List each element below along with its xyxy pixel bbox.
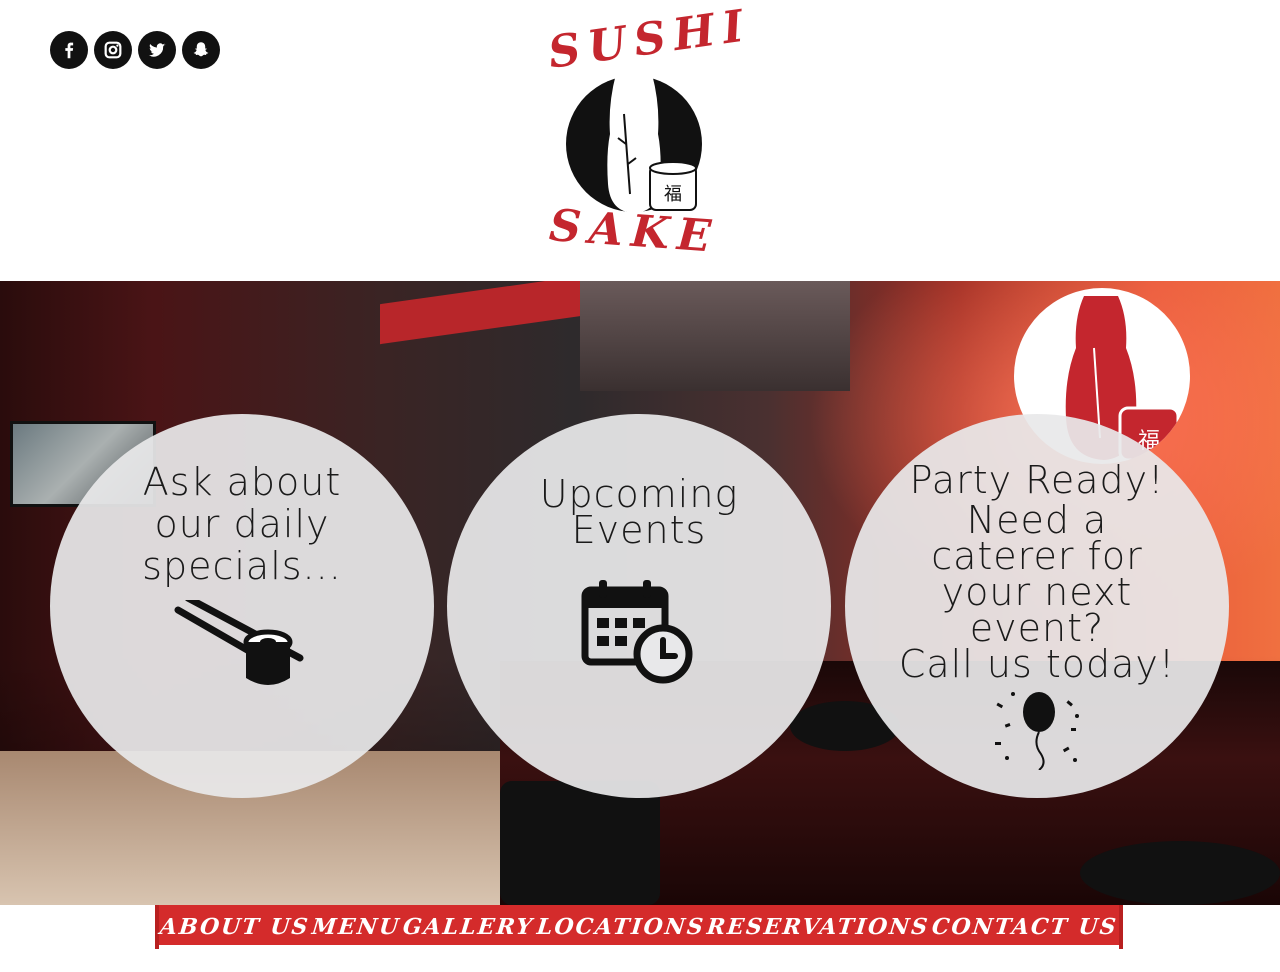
chopsticks-sushi-icon — [174, 599, 304, 685]
bar-stool — [500, 781, 660, 905]
social-links — [50, 31, 220, 69]
instagram-icon[interactable] — [94, 31, 132, 69]
nav-locations[interactable]: Locations — [535, 914, 706, 940]
party-circle[interactable]: Party Ready! Need a caterer for your nex… — [845, 414, 1229, 798]
nav-contact-us[interactable]: Contact Us — [931, 914, 1119, 940]
events-circle[interactable]: Upcoming Events — [447, 414, 831, 798]
snapchat-icon[interactable] — [182, 31, 220, 69]
party-text: Need a caterer for your next event? Call… — [898, 497, 1176, 687]
specials-circle[interactable]: Ask about our daily specials... — [50, 414, 434, 798]
logo-bottom-word: SAKE — [547, 200, 721, 263]
nav-about-us[interactable]: About Us — [159, 914, 311, 940]
nav-reservations[interactable]: Reservations — [706, 914, 931, 940]
sushi-sake-logo[interactable]: SUSHI 福 SAKE — [545, 0, 754, 268]
emblem-glyph: 福 — [664, 184, 682, 205]
kitchen-hood — [580, 281, 850, 391]
nav-gallery[interactable]: Gallery — [402, 914, 536, 940]
party-title: Party Ready! — [909, 457, 1165, 502]
nav-menu[interactable]: Menu — [311, 914, 402, 940]
main-nav: About Us Menu Gallery Locations Reservat… — [155, 905, 1123, 949]
bar-stool — [1080, 841, 1280, 905]
balloon-confetti-icon — [995, 692, 1079, 771]
logo-top-word: SUSHI — [545, 0, 755, 79]
calendar-clock-icon — [581, 580, 693, 684]
twitter-icon[interactable] — [138, 31, 176, 69]
facebook-icon[interactable] — [50, 31, 88, 69]
events-text: Upcoming Events — [539, 471, 739, 552]
specials-text: Ask about our daily specials... — [142, 460, 342, 588]
sake-bottle-emblem-icon: 福 — [566, 74, 702, 213]
